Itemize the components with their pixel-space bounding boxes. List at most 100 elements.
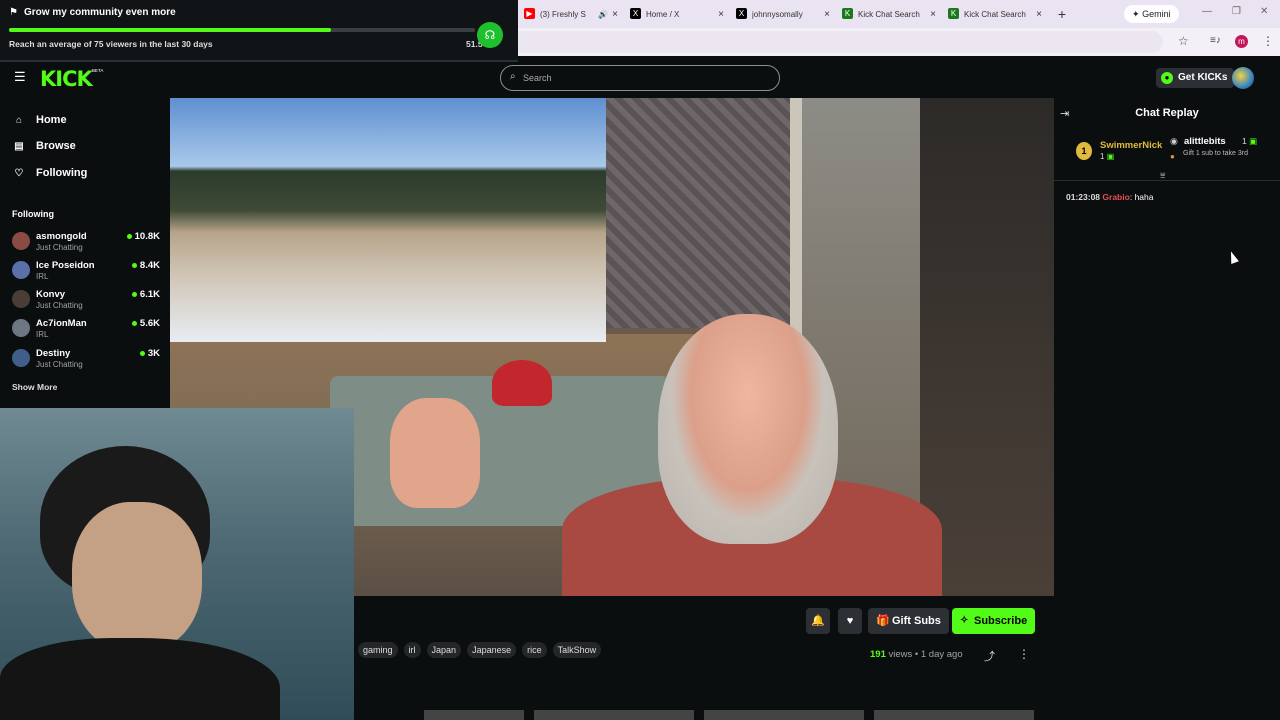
close-icon[interactable]: × xyxy=(824,9,830,20)
notification-bell-button[interactable]: 🔔 xyxy=(806,608,830,634)
search-input[interactable] xyxy=(523,71,763,85)
viewer-count-value: 8.4K xyxy=(139,260,160,271)
more-options-icon[interactable]: ⋮ xyxy=(1018,647,1030,661)
kick-logo[interactable]: KICK xyxy=(40,67,93,91)
channel-name: Destiny xyxy=(36,348,71,359)
user-badge-icon: ◉ xyxy=(1170,136,1178,146)
minimize-icon[interactable]: — xyxy=(1202,6,1212,17)
channel-name: Ice Poseidon xyxy=(36,260,95,271)
user-avatar[interactable] xyxy=(1232,67,1254,89)
share-icon[interactable]: ⤴ xyxy=(984,648,995,664)
sidebar-channel[interactable]: Destiny Just Chatting 3K xyxy=(12,346,160,374)
gift-leaderboard-entry[interactable]: 1 SwimmerNick 1 ▣ xyxy=(1076,140,1166,166)
viewer-count-value: 10.8K xyxy=(134,231,160,242)
leaderboard-count: 1 ▣ xyxy=(1100,152,1114,161)
sidebar-channel[interactable]: Konvy Just Chatting 6.1K xyxy=(12,287,160,315)
subscribe-button[interactable]: ✧ Subscribe xyxy=(952,608,1036,634)
tag[interactable]: Japan xyxy=(426,642,462,658)
sidebar-item-following[interactable]: ♡ Following xyxy=(12,164,88,182)
chat-title: Chat Replay xyxy=(1135,107,1199,119)
star-icon[interactable]: ☆ xyxy=(1178,34,1189,48)
goal-subtitle: Reach an average of 75 viewers in the la… xyxy=(9,39,213,49)
profile-avatar[interactable]: m xyxy=(1235,35,1248,48)
kebab-menu-icon[interactable]: ⋮ xyxy=(1262,34,1274,48)
following-heading: Following xyxy=(12,209,54,219)
close-icon[interactable]: × xyxy=(1036,9,1042,20)
goal-title: Grow my community even more xyxy=(24,7,176,18)
tab-title: johnnysomally xyxy=(752,9,803,19)
sidebar-channel[interactable]: asmongold Just Chatting 10.8K xyxy=(12,229,160,257)
browser-tab[interactable]: K Kick Chat Search × xyxy=(942,0,1048,28)
pinned-gift-entry[interactable]: ◉ alittlebits 1 ▣ ● Gift 1 sub to take 3… xyxy=(1170,134,1280,174)
sidebar-item-label: Browse xyxy=(36,140,76,152)
related-thumbnail[interactable] xyxy=(704,710,864,720)
views-label: views xyxy=(888,649,913,660)
beta-label: BETA xyxy=(92,68,104,73)
live-dot-icon xyxy=(139,350,145,356)
close-icon[interactable]: × xyxy=(930,9,936,20)
tag[interactable]: irl xyxy=(403,642,421,658)
follow-button[interactable]: ♥ xyxy=(838,608,862,634)
sidebar-channel[interactable]: Ac7ionMan IRL 5.6K xyxy=(12,316,160,344)
sidebar-item-browse[interactable]: ▤ Browse xyxy=(12,137,76,155)
get-kicks-button[interactable]: ● Get KICKs xyxy=(1156,68,1235,88)
gemini-label: Gemini xyxy=(1142,9,1171,19)
viewer-count-value: 6.1K xyxy=(139,289,160,300)
close-icon[interactable]: × xyxy=(718,9,724,20)
browser-tab[interactable]: X Home / X × xyxy=(624,0,730,28)
sparkle-icon: ✦ xyxy=(1132,9,1140,19)
gift-icon: 🎁 xyxy=(876,615,890,627)
message-username[interactable]: Grabio xyxy=(1102,192,1129,202)
show-more-link[interactable]: Show More xyxy=(12,382,57,392)
sidebar-item-home[interactable]: ⌂ Home xyxy=(12,111,67,129)
browser-tab[interactable]: ▶ (3) Freshly S 🔊 × xyxy=(518,0,624,28)
goal-progress-track xyxy=(9,28,475,32)
restore-icon[interactable]: ❐ xyxy=(1232,6,1241,17)
viewer-count: 5.6K xyxy=(131,318,160,329)
get-kicks-label: Get KICKs xyxy=(1178,72,1228,83)
heart-icon: ♥ xyxy=(846,615,854,627)
rank-medal-icon: 1 xyxy=(1076,142,1092,160)
hamburger-menu-icon[interactable]: ☰ xyxy=(14,69,26,85)
browser-tab[interactable]: X johnnysomally × xyxy=(730,0,836,28)
views-count: 191 xyxy=(870,649,886,660)
kick-icon: K xyxy=(948,8,959,19)
related-thumbnail[interactable] xyxy=(534,710,694,720)
sidebar: ⌂ Home ▤ Browse ♡ Following Following as… xyxy=(0,96,170,408)
related-thumbnail[interactable] xyxy=(424,710,524,720)
viewer-count: 6.1K xyxy=(131,289,160,300)
live-dot-icon xyxy=(131,291,137,297)
speaker-icon[interactable]: 🔊 xyxy=(598,10,608,19)
channel-name: Konvy xyxy=(36,289,66,300)
search-icon: ⌕ xyxy=(510,71,516,82)
sidebar-channel[interactable]: Ice Poseidon IRL 8.4K xyxy=(12,258,160,286)
viewer-count-value: 5.6K xyxy=(139,318,160,329)
close-icon[interactable]: × xyxy=(612,9,618,20)
channel-name: asmongold xyxy=(36,231,87,242)
site-header: ☰ KICK BETA ⌕ ● Get KICKs xyxy=(0,62,1280,96)
sub-icon: ▣ xyxy=(1106,152,1115,161)
url-field[interactable] xyxy=(518,31,1163,53)
video-scene-person-head xyxy=(658,314,838,544)
live-dot-icon xyxy=(131,262,137,268)
browser-tab[interactable]: K Kick Chat Search × xyxy=(836,0,942,28)
youtube-icon: ▶ xyxy=(524,8,535,19)
kicks-coin-icon: ● xyxy=(1161,72,1173,84)
sub-icon: ▣ xyxy=(1249,136,1258,146)
new-tab-button[interactable]: + xyxy=(1052,6,1072,22)
avatar xyxy=(12,319,30,337)
related-thumbnail[interactable] xyxy=(874,710,1034,720)
close-window-icon[interactable]: ✕ xyxy=(1260,6,1268,17)
viewer-count: 10.8K xyxy=(126,231,160,242)
sidebar-item-label: Following xyxy=(36,167,88,179)
tag[interactable]: TalkShow xyxy=(552,642,602,658)
tag[interactable]: gaming xyxy=(358,642,398,658)
kick-icon: K xyxy=(842,8,853,19)
tag-list: gaming irl Japan Japanese rice TalkShow xyxy=(358,642,602,658)
gemini-button[interactable]: ✦ Gemini xyxy=(1124,5,1179,23)
search-bar[interactable]: ⌕ xyxy=(500,65,780,91)
tag[interactable]: Japanese xyxy=(467,642,517,658)
tag[interactable]: rice xyxy=(522,642,547,658)
media-controls-icon[interactable]: ≡♪ xyxy=(1210,35,1221,46)
gift-subs-button[interactable]: 🎁 Gift Subs xyxy=(868,608,949,634)
